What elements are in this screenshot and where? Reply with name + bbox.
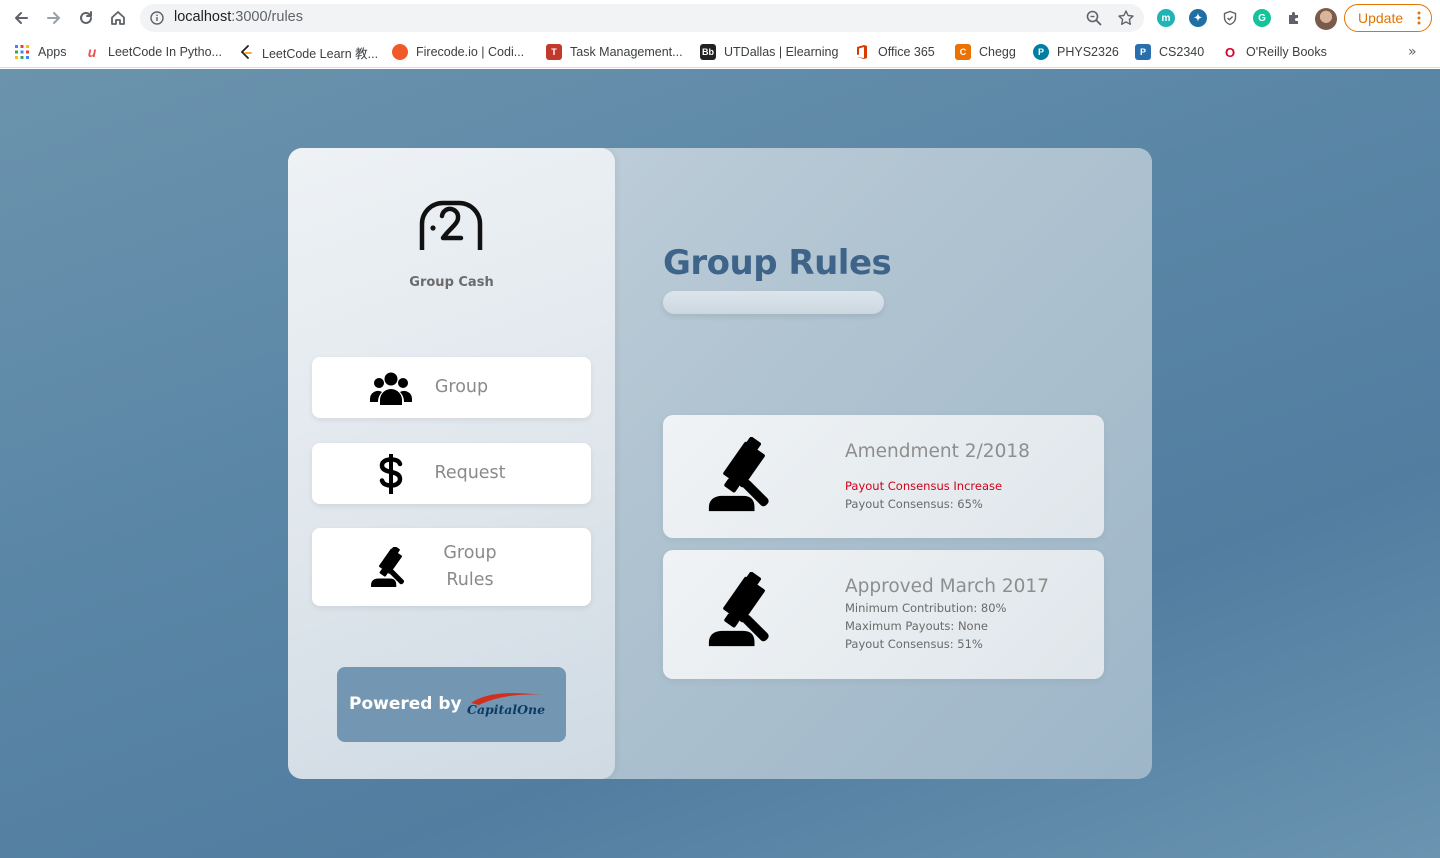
bookmark-office365[interactable]: Office 365 [854,43,935,61]
forward-button[interactable] [42,6,66,30]
nav-item-request[interactable]: Request [312,443,591,504]
rule-card-amendment[interactable]: Amendment 2/2018 Payout Consensus Increa… [663,415,1104,538]
nav-label-group-rules: Group Rules [443,543,497,590]
gavel-icon [708,437,769,512]
url-host: localhost [174,9,232,25]
capital-one-logo: CapitalOne [467,693,545,717]
bookmark-phys2326[interactable]: P PHYS2326 [1033,43,1119,61]
title-underline [663,291,884,314]
rule-card-approved[interactable]: Approved March 2017 Minimum Contribution… [663,550,1104,679]
url-text[interactable]: localhost:3000/rules [174,9,303,25]
rule-title: Approved March 2017 [845,576,1049,597]
rule-change-highlight: Payout Consensus Increase [845,479,1003,493]
reload-button[interactable] [74,6,98,30]
bookmark-cs2340[interactable]: P CS2340 [1135,43,1204,61]
nav-label-request: Request [434,463,506,483]
chevron-double-right-icon[interactable]: » [1408,44,1424,60]
task-icon: T [546,44,562,60]
profile-avatar[interactable] [1315,8,1337,30]
nav-item-group[interactable]: Group [312,357,591,418]
bookmark-leetcode-learn[interactable]: LeetCode Learn 教... [238,43,378,61]
bookmark-leetcode-python[interactable]: u LeetCode In Pytho... [84,43,222,61]
star-icon[interactable] [1117,9,1135,27]
update-label: Update [1358,10,1404,26]
address-bar[interactable]: localhost:3000/rules [140,4,1144,32]
bookmark-label: LeetCode In Pytho... [108,45,222,59]
rule-detail: Payout Consensus: 51% [845,637,983,651]
grammarly-icon[interactable]: G [1253,9,1271,27]
bookmarks-bar: Apps u LeetCode In Pytho... LeetCode Lea… [0,36,1440,68]
apps-grid-icon [14,44,30,60]
chegg-icon: C [955,44,971,60]
powered-by-banner: Powered by CapitalOne [337,667,566,742]
group-cash-logo-icon [419,200,483,250]
dollar-icon [379,454,403,494]
extension-m-icon[interactable]: m [1157,9,1175,27]
rule-detail: Minimum Contribution: 80% [845,601,1007,615]
pearson-icon: P [1033,44,1049,60]
brand-name: Group Cash [409,275,494,290]
oreilly-icon: O [1224,44,1236,60]
svg-text:CapitalOne: CapitalOne [467,702,545,717]
bookmark-chegg[interactable]: C Chegg [955,43,1016,61]
nav-label-group: Group [434,377,489,397]
bookmark-task-management[interactable]: T Task Management... [546,43,683,61]
leetcode-icon [238,44,254,60]
rule-detail: Payout Consensus: 65% [845,497,983,511]
reload-icon [80,11,92,24]
gavel-icon [371,547,405,587]
bookmark-firecode[interactable]: Firecode.io | Codi... [392,43,524,61]
bookmark-label: Office 365 [878,45,935,59]
arrow-left-icon [15,12,28,24]
puzzle-icon[interactable] [1285,9,1303,27]
bookmark-label: Firecode.io | Codi... [416,45,525,59]
bookmark-oreilly[interactable]: O O'Reilly Books [1222,43,1327,61]
bookmark-label: CS2340 [1159,45,1205,59]
shield-icon[interactable] [1221,9,1239,27]
home-button[interactable] [106,6,130,30]
powered-by-label: Powered by [349,694,462,714]
bookmark-apps[interactable]: Apps [14,43,67,61]
back-button[interactable] [9,6,33,30]
page-title: Group Rules [663,243,892,283]
bookmark-label: Task Management... [570,45,683,59]
bookmark-label: LeetCode Learn 教... [262,46,379,61]
gavel-icon [708,572,769,647]
rule-detail: Maximum Payouts: None [845,619,988,633]
url-path: :3000/rules [231,9,303,25]
extension-blue-icon[interactable]: ✦ [1189,9,1207,27]
bookmark-label: Chegg [979,45,1016,59]
update-button[interactable]: Update [1344,4,1432,32]
sidebar: Group Cash Group Request Group Rules Pow… [288,148,615,779]
udemy-icon: u [87,44,97,60]
info-icon[interactable] [150,11,164,25]
p-icon: P [1135,44,1151,60]
arrow-right-icon [47,12,60,24]
home-icon [111,11,125,25]
bookmark-label: Apps [38,45,67,59]
app-card: Group Cash Group Request Group Rules Pow… [288,148,1152,779]
bookmark-label: UTDallas | Elearning [724,45,839,59]
nav-item-group-rules[interactable]: Group Rules [312,528,591,606]
bookmark-label: PHYS2326 [1057,45,1119,59]
bookmark-label: O'Reilly Books [1246,45,1327,59]
browser-toolbar: localhost:3000/rules m ✦ G Update [0,0,1440,36]
bookmark-utdallas[interactable]: Bb UTDallas | Elearning [700,43,838,61]
office-icon [854,44,870,60]
rule-title: Amendment 2/2018 [845,441,1030,462]
more-vert-icon [1417,11,1421,25]
blackboard-icon: Bb [700,44,716,60]
page-background: Group Cash Group Request Group Rules Pow… [0,69,1440,858]
firecode-icon [392,44,408,60]
users-icon [370,372,412,405]
zoom-icon[interactable] [1085,9,1103,27]
